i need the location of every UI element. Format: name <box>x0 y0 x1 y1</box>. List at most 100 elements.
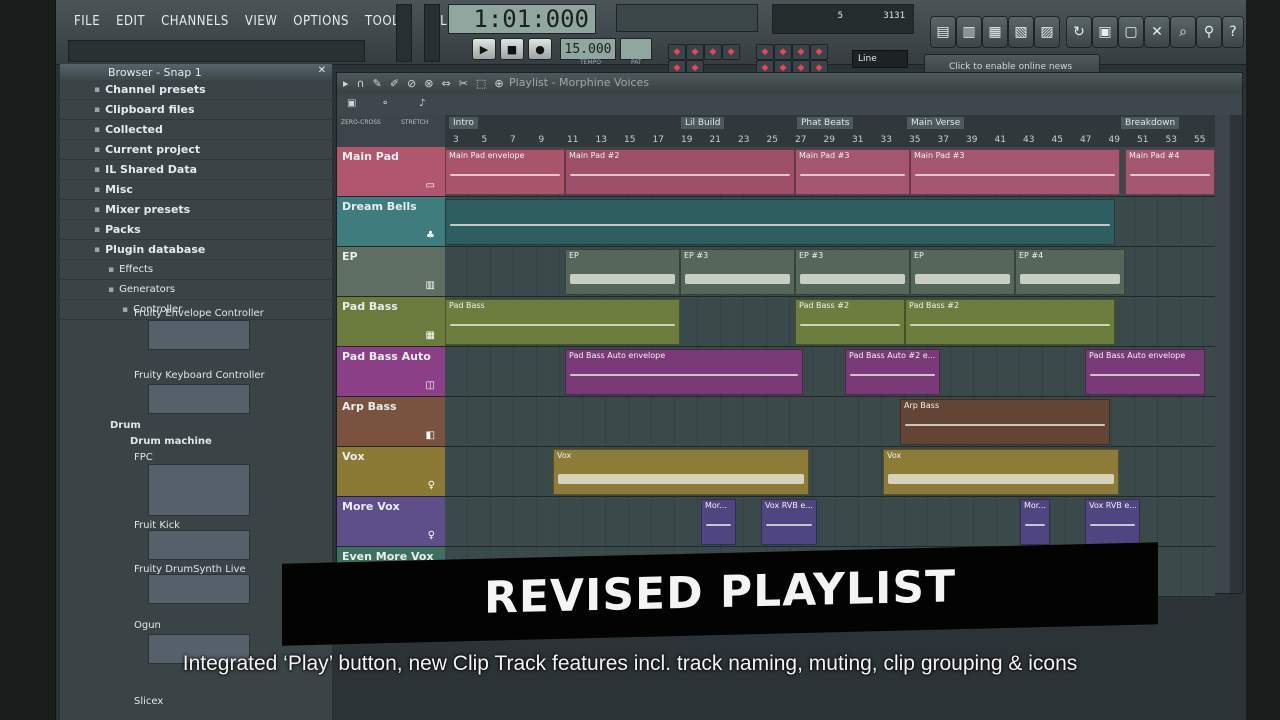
clip[interactable]: Mor... <box>701 499 736 545</box>
clip[interactable]: Vox <box>883 449 1119 495</box>
track-lane[interactable] <box>445 197 1215 247</box>
clip[interactable]: Arp Bass <box>900 399 1110 445</box>
timeline-marker[interactable]: Main Verse <box>907 117 965 129</box>
track-icon[interactable]: ▥ <box>426 280 435 291</box>
clip[interactable]: Mor... <box>1020 499 1050 545</box>
tab-patterns-icon[interactable]: ⚬ <box>381 98 389 109</box>
clip[interactable]: Vox RVB e... <box>1085 499 1140 545</box>
track-header[interactable]: Pad Bass Auto ◫ <box>337 347 445 397</box>
track-icon[interactable]: ◧ <box>426 430 435 441</box>
tool-button[interactable]: ◆ <box>810 44 828 60</box>
step-edit-button[interactable]: ◆ <box>722 44 740 60</box>
pencil-icon[interactable]: ✎ <box>373 77 382 90</box>
track-icon[interactable]: ◫ <box>426 380 435 391</box>
tab-audio-icon[interactable]: ♪ <box>419 98 425 109</box>
timeline-ruler[interactable]: Intro Lil Build Phat Beats Main Verse Breakd… <box>445 115 1215 148</box>
playlist-vertical-scrollbar[interactable] <box>1230 115 1242 593</box>
close-icon[interactable]: ✕ <box>318 65 326 76</box>
clip[interactable]: Pad Bass Auto #2 e... <box>845 349 940 395</box>
clip[interactable]: Pad Bass #2 <box>795 299 905 345</box>
select-icon[interactable]: ⬚ <box>476 77 486 90</box>
track-header[interactable]: Main Pad ▭ <box>337 147 445 197</box>
clip[interactable]: EP #3 <box>795 249 910 295</box>
pattern-display[interactable] <box>620 38 652 60</box>
track-lane[interactable]: Pad Bass Pad Bass #2 Pad Bass #2 <box>445 297 1215 347</box>
track-header[interactable]: EP ▥ <box>337 247 445 297</box>
browser-icon[interactable]: ▨ <box>1034 16 1060 48</box>
stretch-toggle[interactable]: STRETCH <box>401 119 428 126</box>
delete-icon[interactable]: ⊘ <box>407 77 416 90</box>
slip-icon[interactable]: ⇔ <box>441 77 450 90</box>
search-icon[interactable]: ⌕ <box>1170 16 1196 48</box>
track-header[interactable]: Dream Bells ♣ <box>337 197 445 247</box>
timeline-marker[interactable]: Intro <box>449 117 478 129</box>
track-lane[interactable]: Main Pad envelope Main Pad #2 Main Pad #3 M… <box>445 147 1215 197</box>
track-header[interactable]: Vox ♀ <box>337 447 445 497</box>
track-lane[interactable]: Arp Bass <box>445 397 1215 447</box>
menu-edit[interactable]: EDIT <box>108 8 153 35</box>
snap-button[interactable]: ◆ <box>756 44 774 60</box>
track-icon[interactable]: ♣ <box>426 230 435 241</box>
clip[interactable]: Main Pad #2 <box>565 149 795 195</box>
song-position-display[interactable]: 1:01:000 <box>448 4 596 34</box>
clip[interactable]: Vox RVB e... <box>761 499 817 545</box>
menu-channels[interactable]: CHANNELS <box>153 8 237 35</box>
track-header[interactable]: Arp Bass ◧ <box>337 397 445 447</box>
magnet-icon[interactable]: ∩ <box>357 77 365 90</box>
timeline-marker[interactable]: Breakdown <box>1121 117 1180 129</box>
clip[interactable]: Main Pad #4 <box>1125 149 1215 195</box>
help-icon[interactable]: ? <box>1222 16 1244 48</box>
mixer-icon[interactable]: ▧ <box>1008 16 1034 48</box>
stop-button[interactable]: ■ <box>500 38 524 60</box>
browser-item[interactable]: ▪ Collected <box>60 120 332 140</box>
browser-item[interactable]: ▪ Plugin database <box>60 240 332 260</box>
browser-item[interactable]: ▪ Current project <box>60 140 332 160</box>
record-button[interactable]: ● <box>528 38 552 60</box>
clip[interactable]: EP #4 <box>1015 249 1125 295</box>
clip[interactable]: Pad Bass #2 <box>905 299 1115 345</box>
browser-item[interactable]: ▪ Channel presets <box>60 80 332 100</box>
menu-file[interactable]: FILE <box>66 8 108 35</box>
browser-item[interactable]: ▪ Packs <box>60 220 332 240</box>
clip[interactable]: Pad Bass <box>445 299 680 345</box>
browser-item[interactable]: ▪ Mixer presets <box>60 200 332 220</box>
tools-icon[interactable]: ✕ <box>1144 16 1170 48</box>
playlist-window-icon[interactable]: ▤ <box>930 16 956 48</box>
link-icon[interactable]: ⚲ <box>1196 16 1222 48</box>
track-icon[interactable]: ♀ <box>428 480 435 491</box>
browser-item[interactable]: ▪ Misc <box>60 180 332 200</box>
clip[interactable] <box>445 199 1115 245</box>
tab-playlist-icon[interactable]: ▣ <box>347 98 356 109</box>
plugin-item[interactable]: FPC <box>134 452 153 463</box>
clip[interactable]: Main Pad envelope <box>445 149 565 195</box>
clip[interactable]: Vox <box>553 449 809 495</box>
tool-button[interactable]: ◆ <box>774 44 792 60</box>
track-lane[interactable]: EP EP #3 EP #3 EP EP #4 <box>445 247 1215 297</box>
tool-button[interactable]: ◆ <box>792 44 810 60</box>
wait-button[interactable]: ◆ <box>686 44 704 60</box>
zoom-icon[interactable]: ⊕ <box>494 77 503 90</box>
timeline-marker[interactable]: Lil Build <box>681 117 725 129</box>
clip[interactable]: EP <box>910 249 1015 295</box>
export-icon[interactable]: ▢ <box>1118 16 1144 48</box>
clip[interactable]: EP #3 <box>680 249 795 295</box>
plugin-item[interactable]: Drum <box>110 420 141 431</box>
plugin-item[interactable]: Drum machine <box>130 436 212 447</box>
browser-item[interactable]: ▪ Effects <box>60 260 332 280</box>
snap-select[interactable]: Line <box>852 50 908 68</box>
channel-rack-icon[interactable]: ▦ <box>982 16 1008 48</box>
play-button[interactable]: ▶ <box>472 38 496 60</box>
browser-item[interactable]: ▪ IL Shared Data <box>60 160 332 180</box>
timeline-marker[interactable]: Phat Beats <box>797 117 854 129</box>
track-icon[interactable]: ▦ <box>426 330 435 341</box>
countdown-button[interactable]: ◆ <box>704 44 722 60</box>
brush-icon[interactable]: ✐ <box>390 77 399 90</box>
track-header[interactable]: More Vox ♀ <box>337 497 445 547</box>
metronome-button[interactable]: ◆ <box>668 44 686 60</box>
clip[interactable]: Main Pad #3 <box>795 149 910 195</box>
track-lane[interactable]: Mor... Vox RVB e... Mor... Vox RVB e... <box>445 497 1215 547</box>
track-header[interactable]: Pad Bass ▦ <box>337 297 445 347</box>
refresh-icon[interactable]: ↻ <box>1066 16 1092 48</box>
master-pitch-slider[interactable] <box>424 4 440 62</box>
plugin-item[interactable]: Slicex <box>134 696 163 707</box>
